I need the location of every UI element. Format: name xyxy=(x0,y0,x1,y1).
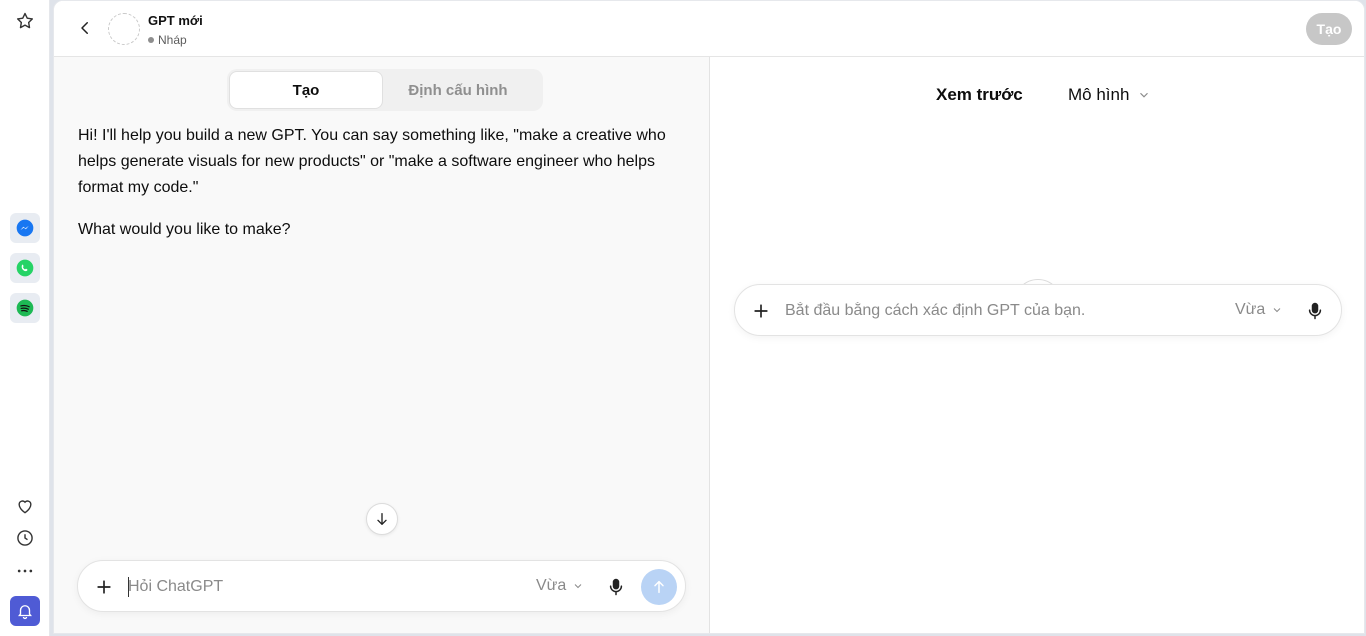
browser-sidebar xyxy=(0,0,50,636)
microphone-icon[interactable] xyxy=(1303,299,1327,323)
clock-icon[interactable] xyxy=(10,523,40,553)
spotify-icon[interactable] xyxy=(10,293,40,323)
text-caret xyxy=(128,577,129,597)
gpt-status: Nháp xyxy=(148,33,187,47)
tab-configure[interactable]: Định cấu hình xyxy=(381,71,535,109)
messenger-icon[interactable] xyxy=(10,213,40,243)
builder-pane: Tạo Định cấu hình Hi! I'll help you buil… xyxy=(54,57,710,633)
gpt-name: GPT mới xyxy=(148,13,203,28)
heart-icon[interactable] xyxy=(10,491,40,521)
star-icon[interactable] xyxy=(10,6,40,36)
arrow-down-icon xyxy=(377,513,387,525)
tab-create[interactable]: Tạo xyxy=(229,71,383,109)
microphone-icon[interactable] xyxy=(604,575,628,599)
chat-composer: Vừa xyxy=(77,560,686,612)
chevron-down-icon xyxy=(1273,308,1281,313)
more-icon[interactable] xyxy=(10,556,40,586)
builder-tabs: Tạo Định cấu hình xyxy=(227,69,543,111)
model-dropdown[interactable]: Mô hình xyxy=(1068,85,1151,105)
chevron-left-icon[interactable] xyxy=(72,15,98,41)
preview-pane: Xem trước Mô hình xyxy=(710,57,1364,633)
create-button[interactable]: Tạo xyxy=(1306,13,1352,45)
plus-icon[interactable] xyxy=(749,299,773,323)
preview-mode-label: Vừa xyxy=(1235,301,1266,318)
arrow-up-icon xyxy=(654,580,664,594)
assistant-message: Hi! I'll help you build a new GPT. You c… xyxy=(78,127,666,196)
whatsapp-icon[interactable] xyxy=(10,253,40,283)
send-button[interactable] xyxy=(641,569,677,605)
preview-composer: Vừa xyxy=(734,284,1342,336)
scroll-down-button[interactable] xyxy=(366,503,398,535)
gpt-avatar-placeholder[interactable] xyxy=(108,13,140,45)
preview-mode-dropdown[interactable]: Vừa xyxy=(1235,301,1283,319)
assistant-message: What would you like to make? xyxy=(78,221,291,238)
plus-icon[interactable] xyxy=(92,575,116,599)
top-bar: GPT mới Nháp Tạo xyxy=(54,1,1364,57)
model-mode-label: Vừa xyxy=(536,577,567,594)
model-mode-dropdown[interactable]: Vừa xyxy=(536,577,584,595)
status-dot-icon xyxy=(148,37,154,43)
gpt-builder-window: GPT mới Nháp Tạo Tạo Định cấu hình Hi! I… xyxy=(53,0,1365,634)
preview-title: Xem trước xyxy=(936,85,1023,104)
chevron-down-icon xyxy=(1140,92,1149,98)
model-dropdown-label: Mô hình xyxy=(1068,85,1130,104)
chevron-down-icon xyxy=(574,584,582,589)
preview-input[interactable] xyxy=(785,299,1205,323)
chat-input[interactable] xyxy=(128,575,508,599)
notification-icon[interactable] xyxy=(10,596,40,626)
gpt-status-label: Nháp xyxy=(158,33,187,47)
